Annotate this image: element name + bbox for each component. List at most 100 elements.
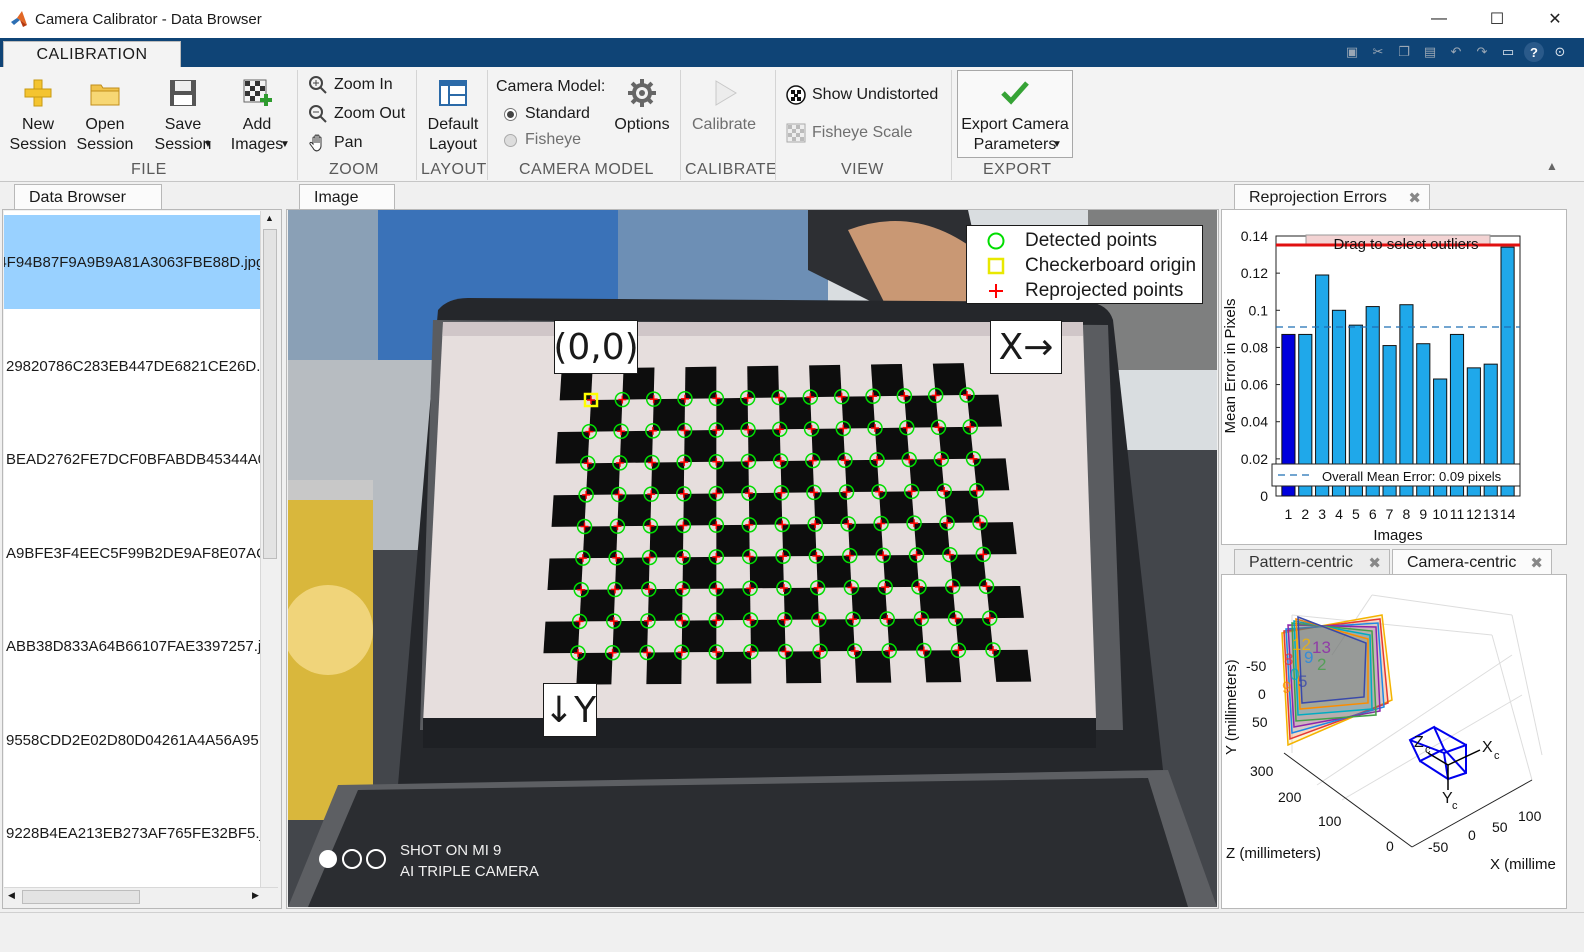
scrollbar-thumb[interactable] xyxy=(22,890,140,904)
scroll-right-icon[interactable]: ▶ xyxy=(252,890,259,901)
redo-qat-icon[interactable]: ↷ xyxy=(1472,42,1492,62)
tab-image[interactable]: Image xyxy=(299,184,395,210)
close-window-button[interactable]: ✕ xyxy=(1526,0,1584,38)
data-browser-item[interactable]: ABB38D833A64B66107FAE3397257.jpg xyxy=(4,599,260,693)
svg-text:2: 2 xyxy=(1317,655,1326,674)
camera-model-label: Camera Model: xyxy=(496,78,606,95)
x-tick: 50 xyxy=(1492,819,1508,835)
camera-z-label: Z xyxy=(1414,734,1424,751)
y-tick-label: 0.14 xyxy=(1241,228,1268,244)
maximize-button[interactable]: ☐ xyxy=(1468,0,1526,38)
y-tick: -50 xyxy=(1246,658,1266,674)
tab-data-browser[interactable]: Data Browser xyxy=(14,184,162,210)
legend-origin-label: Checkerboard origin xyxy=(1025,254,1197,276)
pan-label: Pan xyxy=(334,134,363,151)
export-dropdown-icon[interactable]: ▼ xyxy=(1052,139,1062,150)
data-browser-item[interactable]: A9BFE3F4EEC5F99B2DE9AF8E07AC.jpg xyxy=(4,506,260,600)
options-button[interactable]: Options xyxy=(610,77,674,135)
help-icon[interactable]: ? xyxy=(1524,42,1544,62)
new-session-icon xyxy=(24,79,52,107)
image-legend: Detected points Checkerboard origin Repr… xyxy=(966,225,1203,304)
checkmark-icon xyxy=(1001,81,1029,105)
y-tick-label: 0.08 xyxy=(1241,339,1268,355)
show-undistorted-button[interactable]: Show Undistorted xyxy=(786,85,938,105)
scroll-up-icon[interactable]: ▲ xyxy=(265,213,274,223)
window-layout-qat-icon[interactable]: ▭ xyxy=(1498,42,1518,62)
data-browser-item[interactable]: 04F94B87F9A9B9A81A3063FBE88D.jpg xyxy=(4,215,260,309)
zoom-in-button[interactable]: Zoom In xyxy=(308,75,393,95)
expand-qat-icon[interactable]: ⊙ xyxy=(1550,42,1570,62)
standard-label: Standard xyxy=(525,105,590,122)
add-images-button[interactable]: Add Images xyxy=(226,77,288,155)
x-axis-label: X→ xyxy=(990,320,1062,374)
save-qat-icon[interactable]: ▣ xyxy=(1342,42,1362,62)
data-browser-item[interactable]: 29820786C283EB447DE6821CE26D.jpg xyxy=(4,319,260,413)
undo-qat-icon[interactable]: ↶ xyxy=(1446,42,1466,62)
fisheye-radio[interactable]: Fisheye xyxy=(504,131,581,149)
close-tab-icon[interactable]: ✖ xyxy=(1368,554,1381,572)
y-tick-label: 0.06 xyxy=(1241,377,1268,393)
legend-reprojected-label: Reprojected points xyxy=(1025,279,1184,301)
new-session-button[interactable]: New Session xyxy=(8,77,68,155)
error-bar[interactable] xyxy=(1500,246,1515,497)
group-label-file: FILE xyxy=(131,161,167,178)
cut-qat-icon[interactable]: ✂ xyxy=(1368,42,1388,62)
outlier-label: Drag to select outliers xyxy=(1333,236,1478,253)
collapse-ribbon-icon[interactable]: ▲ xyxy=(1546,159,1558,173)
fisheye-scale-button[interactable]: Fisheye Scale xyxy=(786,123,913,143)
calibration-image[interactable]: SHOT ON MI 9 AI TRIPLE CAMERA xyxy=(288,210,1217,907)
ribbon-separator xyxy=(487,70,488,180)
extrinsics-3d-plot[interactable]: 812913 209 5 Xc Yc Zc -50 0 50 300 200 10… xyxy=(1222,575,1566,908)
calibrate-button[interactable]: Calibrate xyxy=(688,77,760,135)
pan-button[interactable]: Pan xyxy=(308,133,362,153)
default-layout-button[interactable]: Default Layout xyxy=(422,77,484,155)
scroll-left-icon[interactable]: ◀ xyxy=(8,890,15,901)
tab-calibration[interactable]: CALIBRATION xyxy=(3,41,181,68)
copy-qat-icon[interactable]: ❐ xyxy=(1394,42,1414,62)
tab-reprojection-errors[interactable]: Reprojection Errors ✖ xyxy=(1234,184,1430,210)
data-browser-item[interactable]: 9558CDD2E02D80D04261A4A56A95.jpg xyxy=(4,693,260,787)
add-images-dropdown-icon[interactable]: ▼ xyxy=(280,139,290,150)
x-tick-label: 1 xyxy=(1285,506,1293,522)
data-browser-vertical-scrollbar[interactable]: ▲ xyxy=(260,211,278,905)
x-tick-label: 11 xyxy=(1450,506,1465,522)
mean-legend-label: Overall Mean Error: 0.09 pixels xyxy=(1322,469,1502,484)
legend-detected: Detected points xyxy=(967,228,1157,253)
paste-qat-icon[interactable]: ▤ xyxy=(1420,42,1440,62)
data-browser-item-label: 04F94B87F9A9B9A81A3063FBE88D.jpg xyxy=(4,253,260,271)
data-browser-item-label: A9BFE3F4EEC5F99B2DE9AF8E07AC.jpg xyxy=(6,544,260,562)
group-label-camera-model: CAMERA MODEL xyxy=(519,161,654,178)
matlab-logo-icon xyxy=(11,11,27,27)
data-browser-item[interactable]: BEAD2762FE7DCF0BFABDB45344A0.jpg xyxy=(4,412,260,506)
y-tick-label: 0 xyxy=(1260,488,1268,504)
group-label-view: VIEW xyxy=(841,161,884,178)
open-session-button[interactable]: Open Session xyxy=(74,77,136,155)
data-browser-horizontal-scrollbar[interactable]: ◀ ▶ xyxy=(4,887,278,905)
watermark-line2: AI TRIPLE CAMERA xyxy=(400,863,539,880)
tab-pattern-centric[interactable]: Pattern-centric ✖ xyxy=(1234,549,1390,575)
extrinsics-panel: 8 12 9 13 2095 Xc Yc Zc -50 0 50 300 200 10… xyxy=(1221,574,1567,909)
options-label: Options xyxy=(614,116,670,133)
group-label-zoom: ZOOM xyxy=(329,161,379,178)
error-bar[interactable] xyxy=(1315,274,1330,497)
minimize-button[interactable]: — xyxy=(1410,0,1468,38)
play-icon xyxy=(715,80,737,106)
x-tick-label: 7 xyxy=(1386,506,1394,522)
close-tab-icon[interactable]: ✖ xyxy=(1408,189,1421,207)
scrollbar-thumb[interactable] xyxy=(263,229,277,559)
x-tick: -50 xyxy=(1428,839,1448,855)
fisheye-label: Fisheye xyxy=(525,131,582,148)
data-browser-item-label: 9558CDD2E02D80D04261A4A56A95.jpg xyxy=(6,731,260,749)
add-images-label: Add Images xyxy=(230,116,284,153)
zoom-out-button[interactable]: Zoom Out xyxy=(308,104,405,124)
z-tick: 200 xyxy=(1278,789,1302,805)
tab-camera-centric[interactable]: Camera-centric ✖ xyxy=(1392,549,1552,575)
data-browser-list: 04F94B87F9A9B9A81A3063FBE88D.jpg 2982078… xyxy=(4,211,260,905)
reprojection-error-chart[interactable]: 00.020.040.060.080.10.120.141 2 3 4 5 6 7 8 9 10 1… xyxy=(1222,210,1566,544)
standard-radio[interactable]: Standard xyxy=(504,105,590,123)
data-browser-item[interactable]: 9228B4EA213EB273AF765FE32BF5.jpg xyxy=(4,786,260,880)
save-session-dropdown-icon[interactable]: ▼ xyxy=(203,139,213,150)
close-tab-icon[interactable]: ✖ xyxy=(1530,554,1543,572)
floppy-disk-icon xyxy=(170,80,196,106)
gear-icon xyxy=(628,79,656,107)
